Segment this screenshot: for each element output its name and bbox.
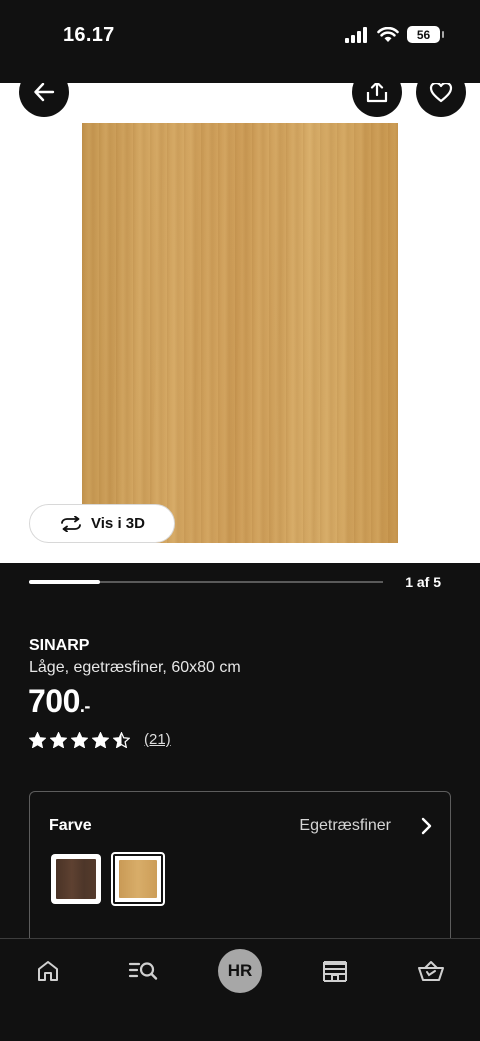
color-label: Farve — [49, 817, 92, 834]
search-icon — [128, 962, 158, 980]
product-image-area: Vis i 3D — [0, 83, 480, 563]
star-icon — [50, 731, 67, 748]
view-in-3d-label: Vis i 3D — [91, 515, 145, 532]
gallery-progress-fill — [29, 580, 100, 584]
arrow-left-icon — [34, 83, 55, 102]
store-icon — [323, 961, 347, 982]
bottom-nav: HR — [0, 938, 480, 1041]
status-time: 16.17 — [63, 24, 115, 46]
chevron-right-icon — [421, 817, 432, 835]
color-selector[interactable]: Farve Egetræsfiner — [29, 791, 451, 951]
battery-indicator: 56 — [407, 26, 444, 43]
nav-home[interactable] — [34, 957, 62, 985]
price-suffix: .- — [79, 696, 91, 716]
avatar[interactable]: HR — [218, 949, 262, 993]
star-icon — [71, 731, 88, 748]
view-in-3d-button[interactable]: Vis i 3D — [29, 504, 175, 543]
color-selected-value: Egetræsfiner — [299, 817, 391, 834]
star-icon — [29, 731, 46, 748]
price-amount: 700 — [28, 683, 80, 719]
status-bar: 16.17 56 — [0, 0, 480, 83]
nav-store[interactable] — [320, 957, 350, 985]
product-rating[interactable]: (21) — [29, 731, 171, 748]
star-icon — [113, 731, 130, 748]
oak-veneer-swatch-image — [119, 860, 157, 898]
back-button[interactable] — [19, 83, 69, 117]
share-button[interactable] — [352, 83, 402, 117]
nav-search[interactable] — [127, 957, 159, 985]
product-price: 700.- — [28, 683, 90, 720]
gallery-page-indicator: 1 af 5 — [405, 574, 441, 590]
status-icons: 56 — [345, 26, 444, 43]
heart-icon — [429, 83, 453, 103]
share-icon — [366, 83, 388, 103]
walnut-swatch-image — [56, 859, 96, 899]
walnut-swatch[interactable] — [51, 854, 101, 904]
cellular-signal-icon — [345, 26, 367, 43]
product-image[interactable] — [82, 123, 398, 543]
rating-stars — [29, 731, 130, 748]
nav-basket[interactable] — [417, 957, 445, 985]
oak-veneer-swatch[interactable] — [111, 852, 165, 906]
favorite-button[interactable] — [416, 83, 466, 117]
product-name: SINARP — [29, 637, 90, 654]
review-count-link[interactable]: (21) — [144, 731, 171, 748]
product-description: Låge, egetræsfiner, 60x80 cm — [29, 659, 241, 676]
rotate-3d-icon — [61, 515, 81, 532]
basket-icon — [418, 961, 444, 981]
wifi-icon — [377, 26, 399, 42]
gallery-progress-track — [29, 580, 383, 584]
star-icon — [92, 731, 109, 748]
home-icon — [38, 961, 58, 981]
gallery-progress: 1 af 5 — [29, 574, 441, 594]
